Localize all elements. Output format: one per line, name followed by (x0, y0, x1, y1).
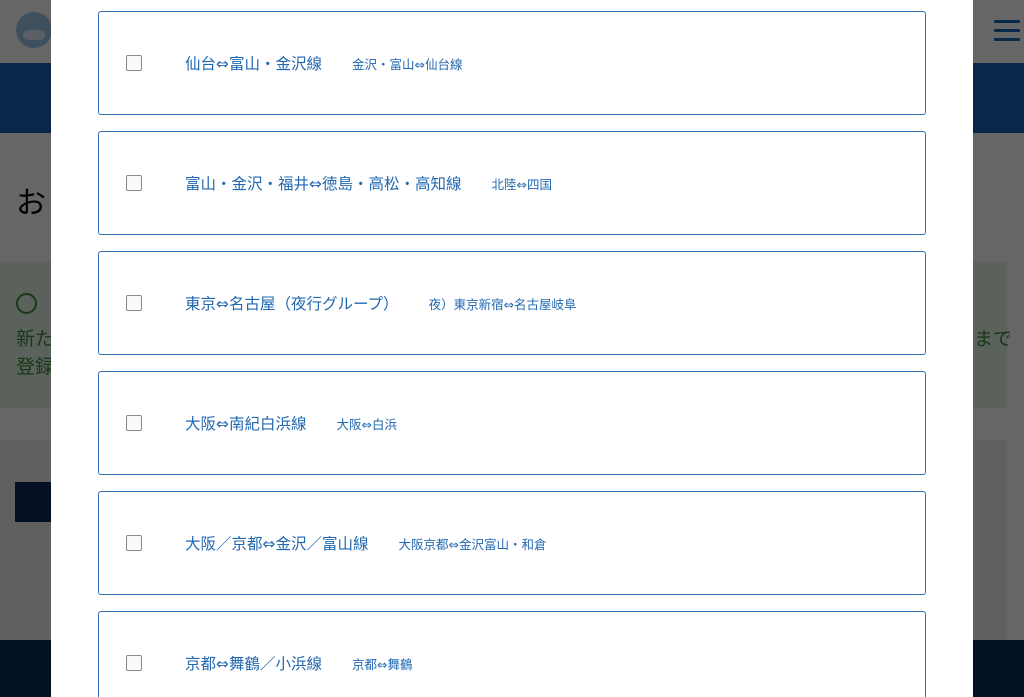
route-name[interactable]: 富山・金沢・福井⇔徳島・高松・高知線 (185, 172, 462, 194)
route-item[interactable]: 富山・金沢・福井⇔徳島・高松・高知線 北陸⇔四国 (98, 131, 926, 235)
route-checkbox[interactable] (126, 415, 142, 431)
route-name[interactable]: 大阪／京都⇔金沢／富山線 (185, 532, 369, 554)
route-select-modal: 仙台⇔富山・金沢線 金沢・富山⇔仙台線 富山・金沢・福井⇔徳島・高松・高知線 北… (51, 0, 973, 697)
route-subtitle: 大阪京都⇔金沢富山・和倉 (398, 536, 547, 552)
route-item[interactable]: 東京⇔名古屋（夜行グループ） 夜）東京新宿⇔名古屋岐阜 (98, 251, 926, 355)
route-text: 京都⇔舞鶴／小浜線 京都⇔舞鶴 (185, 612, 412, 697)
route-item[interactable]: 仙台⇔富山・金沢線 金沢・富山⇔仙台線 (98, 11, 926, 115)
route-name[interactable]: 京都⇔舞鶴／小浜線 (185, 652, 322, 674)
route-text: 大阪⇔南紀白浜線 大阪⇔白浜 (185, 372, 397, 474)
route-text: 東京⇔名古屋（夜行グループ） 夜）東京新宿⇔名古屋岐阜 (185, 252, 577, 354)
route-item[interactable]: 大阪／京都⇔金沢／富山線 大阪京都⇔金沢富山・和倉 (98, 491, 926, 595)
route-checkbox[interactable] (126, 175, 142, 191)
route-name[interactable]: 東京⇔名古屋（夜行グループ） (185, 292, 399, 314)
route-text: 大阪／京都⇔金沢／富山線 大阪京都⇔金沢富山・和倉 (185, 492, 546, 594)
route-list: 仙台⇔富山・金沢線 金沢・富山⇔仙台線 富山・金沢・福井⇔徳島・高松・高知線 北… (98, 11, 926, 697)
route-subtitle: 北陸⇔四国 (491, 176, 552, 192)
route-text: 仙台⇔富山・金沢線 金沢・富山⇔仙台線 (185, 12, 462, 114)
route-name[interactable]: 大阪⇔南紀白浜線 (185, 412, 307, 434)
route-item[interactable]: 大阪⇔南紀白浜線 大阪⇔白浜 (98, 371, 926, 475)
route-name[interactable]: 仙台⇔富山・金沢線 (185, 52, 322, 74)
route-subtitle: 金沢・富山⇔仙台線 (352, 56, 463, 72)
route-subtitle: 京都⇔舞鶴 (352, 656, 413, 672)
route-checkbox[interactable] (126, 535, 142, 551)
route-item[interactable]: 京都⇔舞鶴／小浜線 京都⇔舞鶴 (98, 611, 926, 697)
route-checkbox[interactable] (126, 55, 142, 71)
route-checkbox[interactable] (126, 295, 142, 311)
route-text: 富山・金沢・福井⇔徳島・高松・高知線 北陸⇔四国 (185, 132, 552, 234)
route-checkbox[interactable] (126, 655, 142, 671)
route-subtitle: 夜）東京新宿⇔名古屋岐阜 (428, 296, 577, 312)
route-subtitle: 大阪⇔白浜 (336, 416, 397, 432)
